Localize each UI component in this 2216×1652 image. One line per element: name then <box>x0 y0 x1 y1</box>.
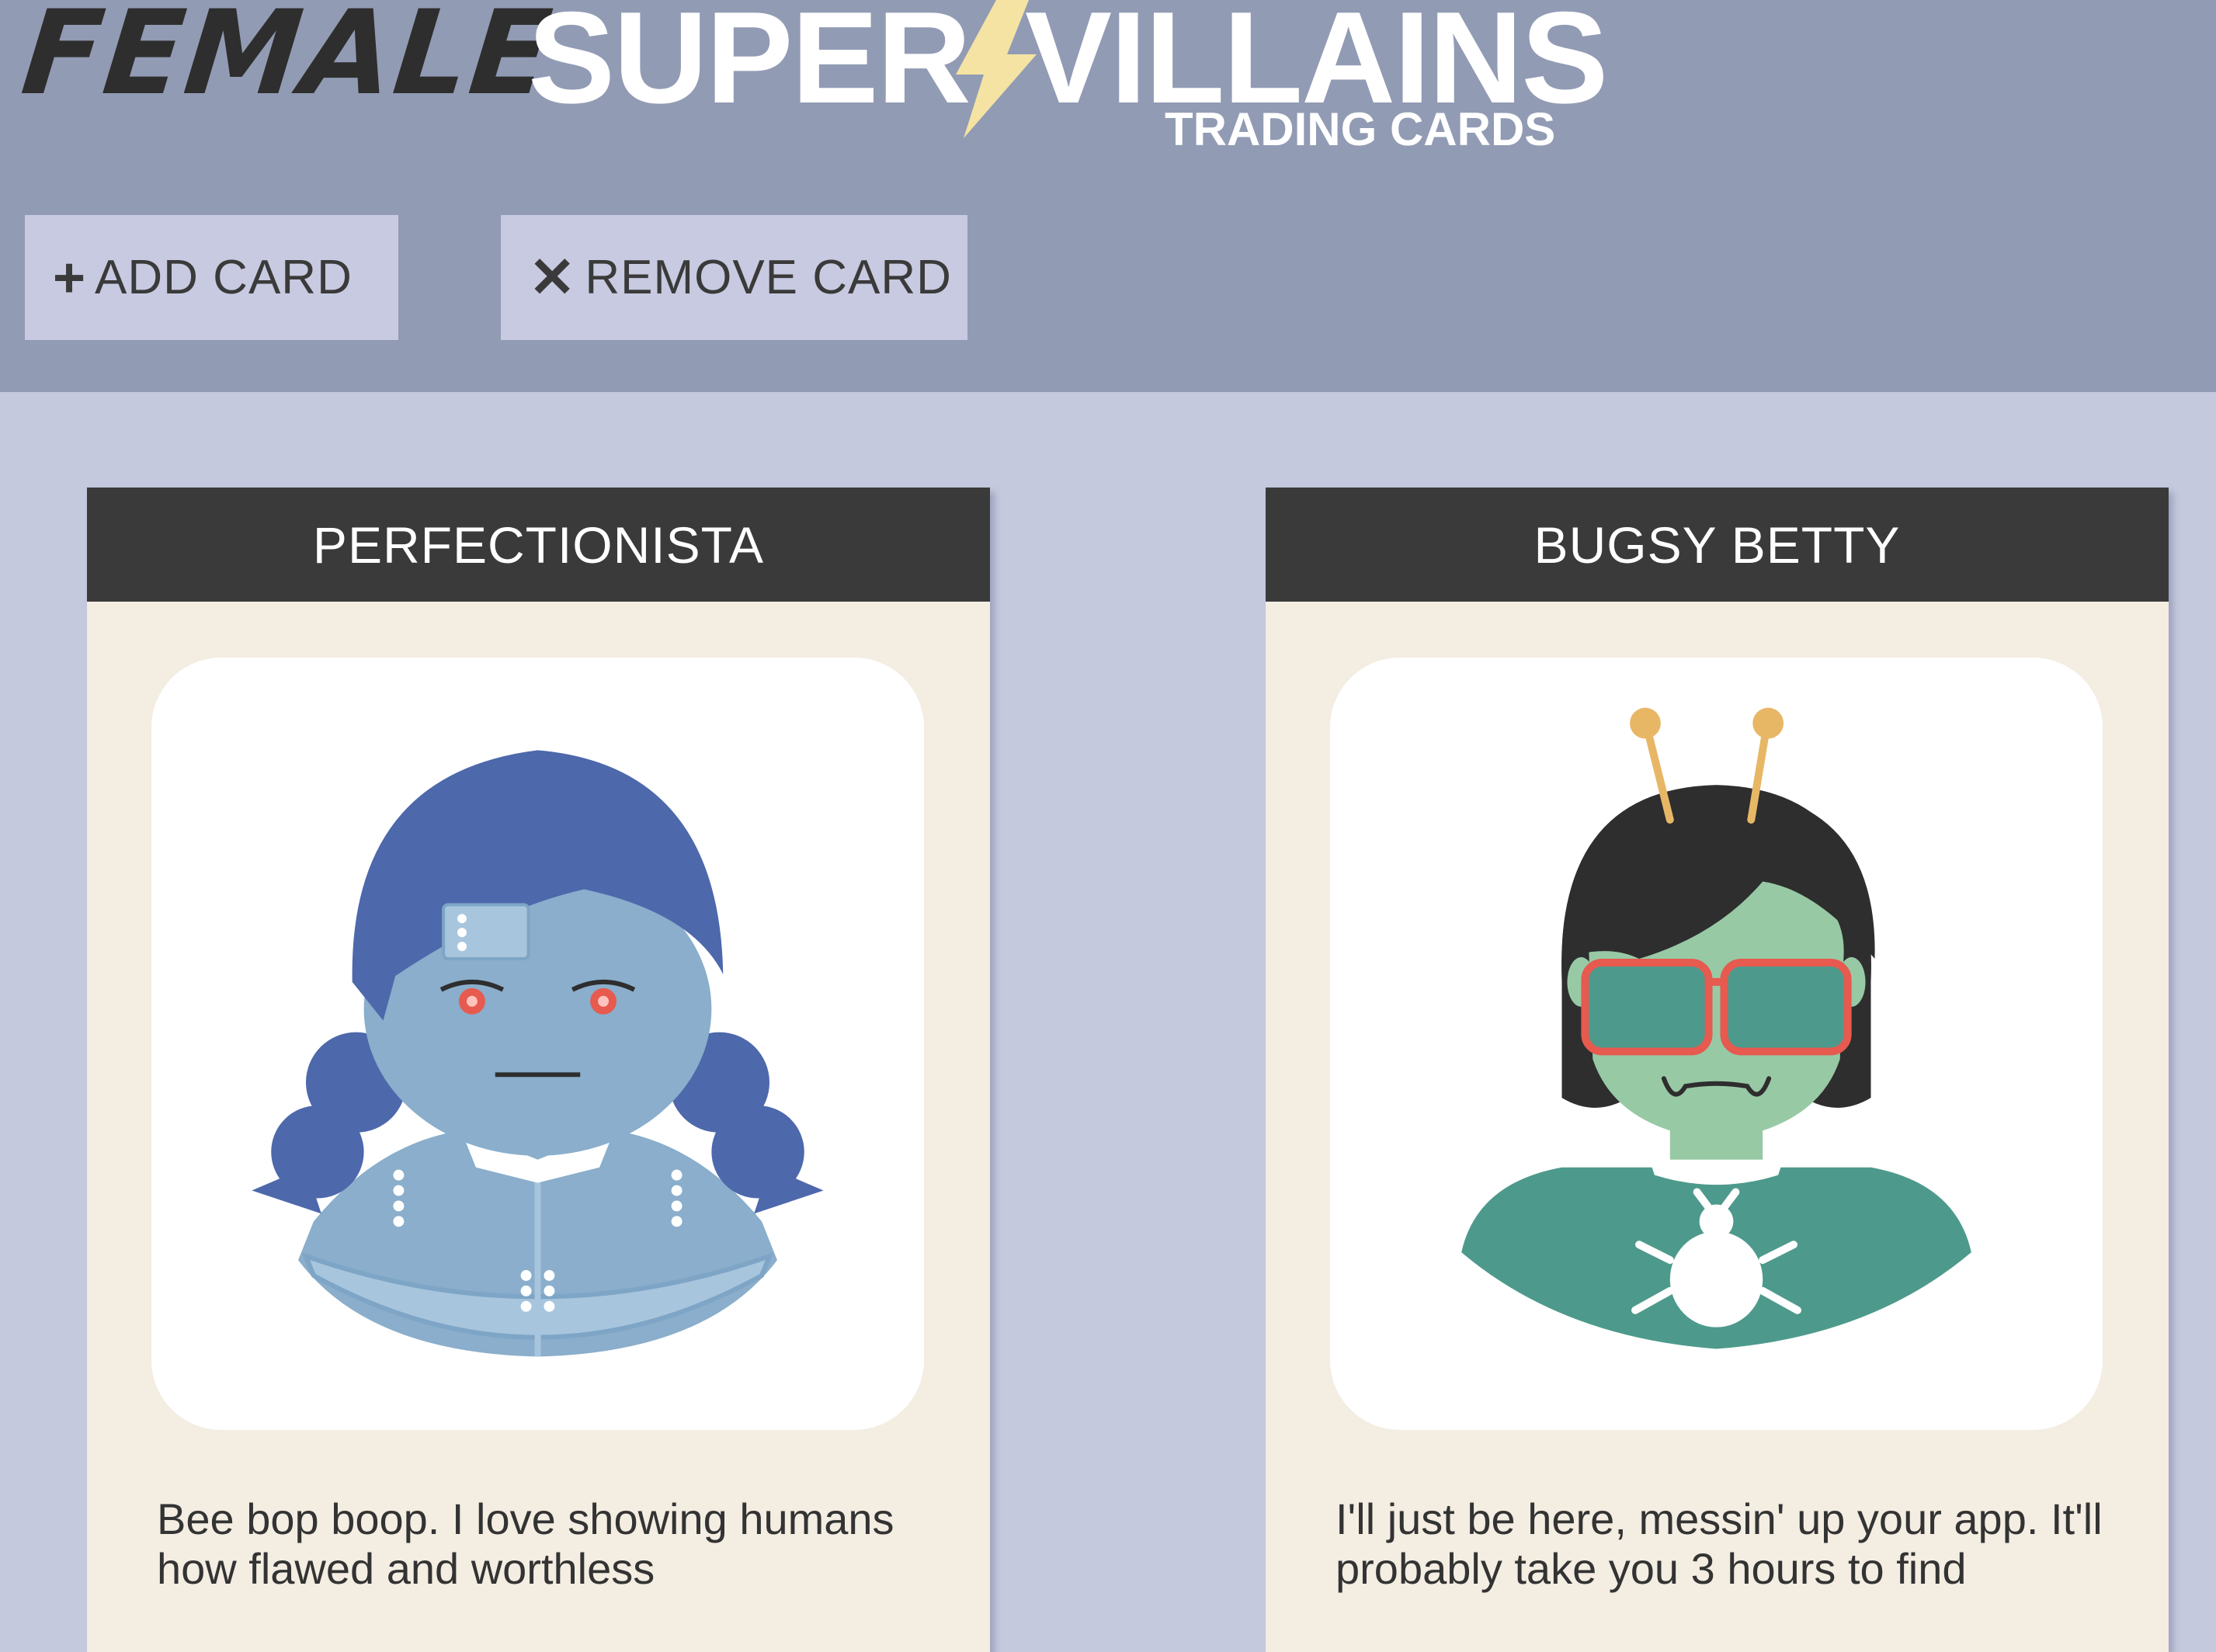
logo: FEMALE SUPER VILLAINS TRADING CARDS <box>16 0 1608 171</box>
card-title: BUGSY BETTY <box>1266 488 2169 602</box>
logo-subtitle: TRADING CARDS <box>1165 103 1556 155</box>
villain-card[interactable]: BUGSY BETTY I'll just be here, messin' u… <box>1266 488 2169 1652</box>
card-title: PERFECTIONISTA <box>87 488 990 602</box>
card-quote: I'll just be here, messin' up your app. … <box>1336 1494 2103 1593</box>
remove-card-button[interactable]: ✕ REMOVE CARD <box>501 215 967 340</box>
add-card-button[interactable]: + ADD CARD <box>25 215 398 340</box>
robot-girl-portrait <box>151 658 924 1430</box>
remove-card-label: REMOVE CARD <box>585 251 952 304</box>
plus-icon: + <box>53 246 86 309</box>
close-icon: ✕ <box>529 246 576 309</box>
villain-card[interactable]: PERFECTIONISTA Bee bop boop. I love show… <box>87 488 990 1652</box>
card-quote: Bee bop boop. I love showing humans how … <box>157 1494 894 1593</box>
bug-girl-portrait <box>1330 658 2103 1430</box>
logo-word-super: SUPER <box>528 0 971 130</box>
add-card-label: ADD CARD <box>95 251 353 304</box>
header-bar: FEMALE SUPER VILLAINS TRADING CARDS + AD… <box>0 0 2216 392</box>
logo-word-female: FEMALE <box>16 0 559 121</box>
